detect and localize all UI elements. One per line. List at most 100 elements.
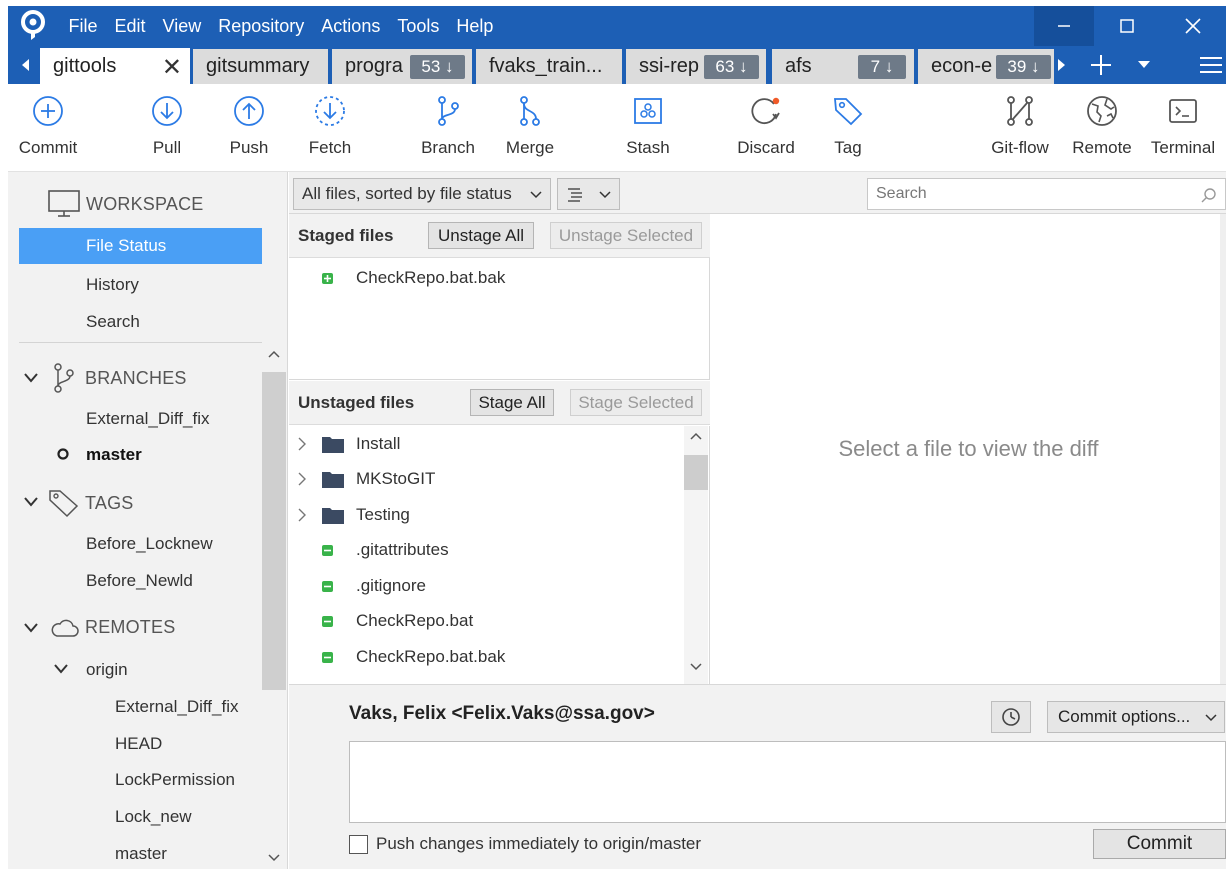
sidebar-item-file-status[interactable]: File Status: [19, 228, 262, 264]
menu-actions[interactable]: Actions: [313, 6, 389, 46]
file-name: .gitignore: [356, 576, 426, 595]
remote-branch-item[interactable]: HEAD: [115, 734, 162, 754]
discard-button[interactable]: Discard: [726, 94, 806, 158]
maximize-icon: [1120, 19, 1134, 33]
hamburger-icon: [1200, 57, 1222, 73]
commit-submit-button[interactable]: Commit: [1093, 829, 1226, 859]
tab-gitsummary[interactable]: gitsummary: [193, 49, 328, 84]
minimize-icon: [1058, 25, 1070, 27]
close-window-button[interactable]: [1160, 6, 1226, 46]
tag-item[interactable]: Before_Locknew: [86, 534, 213, 554]
tab-list-dropdown[interactable]: [1132, 46, 1156, 84]
view-mode-dropdown[interactable]: [557, 178, 620, 210]
merge-button[interactable]: Merge: [490, 94, 570, 158]
stage-selected-button[interactable]: Stage Selected: [570, 389, 702, 416]
tags-header[interactable]: TAGS: [48, 488, 133, 518]
branch-button[interactable]: Branch: [408, 94, 488, 158]
tab-econ-e[interactable]: econ-e 39 ↓: [918, 49, 1054, 84]
remote-branch-item[interactable]: master: [115, 844, 167, 864]
list-item[interactable]: CheckRepo.bat.bak: [289, 260, 681, 296]
chevron-down-icon[interactable]: [54, 662, 68, 676]
push-button[interactable]: Push: [209, 94, 289, 158]
sidebar-item-history[interactable]: History: [86, 275, 139, 295]
sidebar-item-search[interactable]: Search: [86, 312, 140, 332]
remotes-header[interactable]: REMOTES: [50, 616, 175, 638]
chevron-up-icon[interactable]: [268, 350, 280, 358]
tab-label: afs: [785, 55, 812, 77]
branch-label: Branch: [421, 138, 475, 157]
chevron-down-icon[interactable]: [268, 854, 280, 862]
maximize-button[interactable]: [1094, 6, 1160, 46]
file-sort-dropdown[interactable]: All files, sorted by file status: [293, 178, 551, 210]
tag-button[interactable]: Tag: [808, 94, 888, 158]
tab-scroll-left-button[interactable]: [16, 46, 36, 84]
chevron-right-icon[interactable]: [298, 472, 306, 486]
search-input[interactable]: Search: [867, 178, 1226, 210]
tab-ssi-rep[interactable]: ssi-rep 63 ↓: [626, 49, 766, 84]
commit-message-input[interactable]: [349, 741, 1226, 823]
list-item[interactable]: .gitattributes: [289, 532, 681, 568]
search-icon: [1201, 188, 1216, 203]
chevron-down-icon[interactable]: [24, 621, 38, 635]
folder-row-testing[interactable]: Testing: [289, 497, 681, 533]
chevron-up-icon[interactable]: [690, 432, 702, 440]
menu-repository[interactable]: Repository: [210, 6, 313, 46]
fetch-button[interactable]: Fetch: [290, 94, 370, 158]
pull-button[interactable]: Pull: [127, 94, 207, 158]
menu-help[interactable]: Help: [448, 6, 502, 46]
new-tab-button[interactable]: [1086, 46, 1116, 84]
stash-button[interactable]: Stash: [608, 94, 688, 158]
minimize-button[interactable]: [1034, 6, 1094, 46]
menu-edit[interactable]: Edit: [106, 6, 154, 46]
chevron-right-icon[interactable]: [298, 437, 306, 451]
list-item[interactable]: CheckRepo.bat.bak: [289, 639, 681, 675]
tab-gittools[interactable]: gittools ✕: [40, 48, 190, 84]
menu-tools[interactable]: Tools: [389, 6, 448, 46]
tab-close-icon[interactable]: ✕: [162, 53, 182, 82]
commit-options-dropdown[interactable]: Commit options...: [1047, 701, 1225, 733]
folder-row-install[interactable]: Install: [289, 426, 681, 462]
diff-scrollbar[interactable]: [1220, 214, 1226, 684]
unstage-all-button[interactable]: Unstage All: [428, 222, 534, 249]
menu-view[interactable]: View: [154, 6, 210, 46]
chevron-down-icon[interactable]: [690, 663, 702, 671]
remote-button[interactable]: Remote: [1062, 94, 1142, 158]
hamburger-menu-button[interactable]: [1196, 46, 1226, 84]
menu-file[interactable]: File: [60, 6, 106, 46]
list-item[interactable]: CheckRepo.bat: [289, 603, 681, 639]
folder-row-mkstogit[interactable]: MKStoGIT: [289, 461, 681, 497]
tab-scroll-right-button[interactable]: [1052, 46, 1070, 84]
modified-icon: [322, 651, 333, 663]
sidebar-scrollbar[interactable]: [262, 342, 286, 869]
sidebar-scroll-thumb[interactable]: [262, 372, 286, 690]
chevron-right-icon[interactable]: [298, 508, 306, 522]
tab-label: fvaks_train...: [489, 55, 603, 77]
terminal-button[interactable]: Terminal: [1143, 94, 1223, 158]
chevron-down-icon[interactable]: [24, 371, 38, 385]
tab-progra[interactable]: progra 53 ↓: [332, 49, 472, 84]
remote-branch-item[interactable]: LockPermission: [115, 770, 235, 790]
commit-button[interactable]: Commit: [8, 94, 88, 158]
branch-item[interactable]: External_Diff_fix: [86, 409, 209, 429]
push-immediately-checkbox[interactable]: [349, 834, 368, 854]
stage-all-button[interactable]: Stage All: [470, 389, 554, 416]
remote-origin[interactable]: origin: [86, 660, 128, 680]
remote-branch-item[interactable]: Lock_new: [115, 807, 192, 827]
file-name: CheckRepo.bat: [356, 611, 474, 630]
unstaged-scroll-thumb[interactable]: [684, 455, 708, 490]
push-immediately-option[interactable]: Push changes immediately to origin/maste…: [349, 834, 701, 854]
tab-badge: 63 ↓: [704, 55, 759, 79]
unstaged-scrollbar[interactable]: [684, 426, 708, 684]
tab-fvaks-training[interactable]: fvaks_train...: [476, 49, 622, 84]
chevron-down-icon[interactable]: [24, 495, 38, 509]
branch-item-current[interactable]: master: [86, 445, 142, 465]
remote-branch-item[interactable]: External_Diff_fix: [115, 697, 238, 717]
branches-header[interactable]: BRANCHES: [50, 362, 187, 394]
gitflow-button[interactable]: Git-flow: [980, 94, 1060, 158]
unstage-selected-button[interactable]: Unstage Selected: [550, 222, 702, 249]
workspace-header[interactable]: WORKSPACE: [48, 190, 203, 218]
tab-afs[interactable]: afs 7 ↓: [772, 49, 914, 84]
commit-history-button[interactable]: [991, 701, 1031, 733]
list-item[interactable]: .gitignore: [289, 568, 681, 604]
tag-item[interactable]: Before_Newld: [86, 571, 193, 591]
